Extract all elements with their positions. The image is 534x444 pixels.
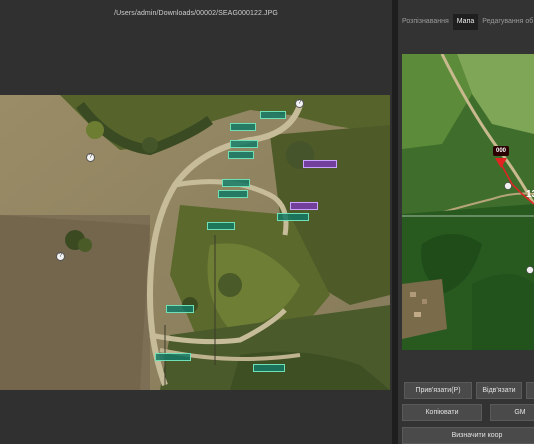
tab-editing[interactable]: Редагування об: [478, 14, 534, 30]
gm-button[interactable]: GM: [490, 404, 534, 421]
photo-marker-label[interactable]: [277, 213, 309, 221]
photo-marker-label[interactable]: [303, 160, 337, 168]
photo-marker-label[interactable]: [260, 111, 286, 119]
right-panel: Розпізнавання Мапа Редагування об 000 1 …: [398, 0, 534, 444]
photo-marker-label[interactable]: [230, 140, 258, 148]
location-pin-icon[interactable]: ?: [86, 153, 95, 162]
copy-button[interactable]: Копіювати: [402, 404, 482, 421]
image-viewer-panel: /Users/admin/Downloads/00002/SEAG000122.…: [0, 0, 392, 444]
bind-button[interactable]: Прив'язати(Р): [404, 382, 472, 399]
file-path-label: /Users/admin/Downloads/00002/SEAG000122.…: [114, 10, 278, 17]
photo-marker-label[interactable]: [228, 151, 254, 159]
unbind-button[interactable]: Відв'язати: [476, 382, 522, 399]
photo-marker-label[interactable]: [218, 190, 248, 198]
tab-recognition[interactable]: Розпізнавання: [398, 14, 453, 30]
tab-map[interactable]: Мапа: [452, 14, 479, 30]
location-pin-icon[interactable]: ?: [295, 99, 304, 108]
photo-marker-label[interactable]: [166, 305, 194, 313]
photo-marker-label[interactable]: [207, 222, 235, 230]
photo-marker-label[interactable]: [155, 353, 191, 361]
photo-marker-label[interactable]: [290, 202, 318, 210]
photo-marker-label[interactable]: [230, 123, 256, 131]
map-position-marker[interactable]: 000: [493, 146, 509, 156]
determine-coordinates-button[interactable]: Визначити коор: [402, 427, 534, 444]
photo-marker-label[interactable]: [222, 179, 250, 187]
aerial-photo-image: [0, 95, 390, 390]
overflow-button[interactable]: [526, 382, 534, 399]
location-pin-icon[interactable]: ?: [56, 252, 65, 261]
photo-marker-label[interactable]: [253, 364, 285, 372]
satellite-map-image: [402, 54, 534, 350]
map-point-number: 13: [526, 189, 534, 200]
satellite-map[interactable]: 000 13: [402, 54, 534, 350]
tab-bar: Розпізнавання Мапа Редагування об: [398, 14, 534, 30]
aerial-photo[interactable]: ? ? ?: [0, 95, 390, 390]
